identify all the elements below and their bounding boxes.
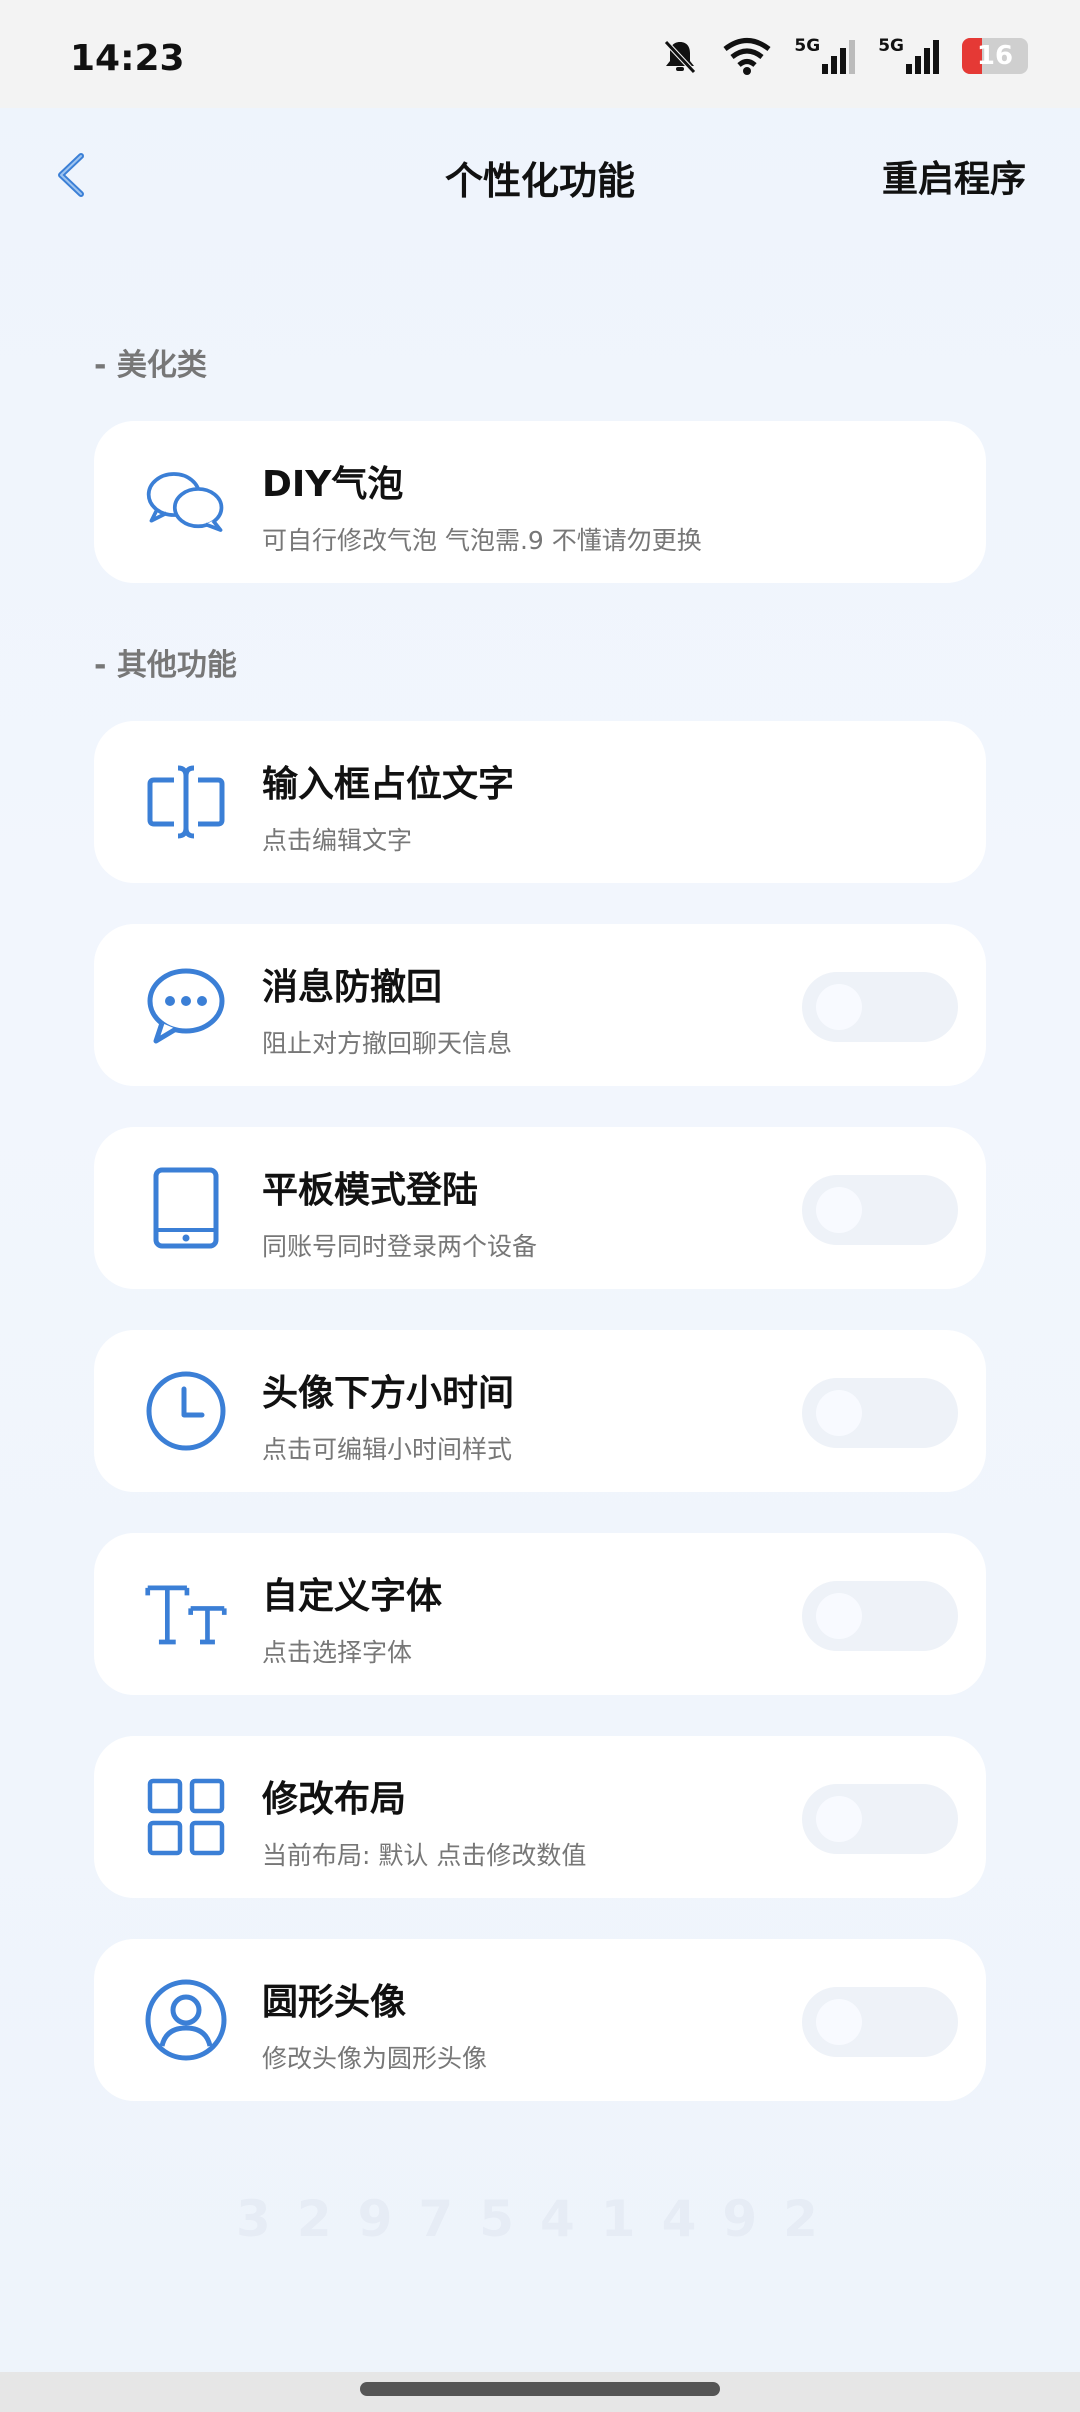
item-subtitle: 点击选择字体 — [262, 1638, 413, 1667]
section-label-other: - 其他功能 — [94, 648, 237, 683]
item-custom-font[interactable]: 自定义字体 点击选择字体 — [94, 1533, 986, 1695]
round-avatar-toggle[interactable] — [802, 1987, 958, 2057]
header: 个性化功能 重启程序 — [0, 108, 1080, 243]
item-subtitle: 点击编辑文字 — [262, 826, 413, 855]
navigation-bar — [0, 2372, 1080, 2412]
item-avatar-time[interactable]: 头像下方小时间 点击可编辑小时间样式 — [94, 1330, 986, 1492]
item-layout[interactable]: 修改布局 当前布局: 默认 点击修改数值 — [94, 1736, 986, 1898]
home-indicator[interactable] — [360, 2382, 720, 2396]
status-time: 14:23 — [70, 38, 185, 79]
item-title: 输入框占位文字 — [262, 764, 515, 805]
item-title: 头像下方小时间 — [262, 1373, 515, 1414]
item-title: 平板模式登陆 — [262, 1170, 479, 1211]
message-dots-icon — [144, 965, 228, 1045]
layout-toggle[interactable] — [802, 1784, 958, 1854]
item-title: 自定义字体 — [262, 1576, 443, 1617]
item-diy-bubble[interactable]: DIY气泡 可自行修改气泡 气泡需.9 不懂请勿更换 — [94, 421, 986, 583]
item-title: 圆形头像 — [262, 1982, 407, 2023]
avatar-time-toggle[interactable] — [802, 1378, 958, 1448]
battery: 16 — [962, 38, 1028, 74]
chat-bubbles-icon — [144, 462, 228, 542]
item-round-avatar[interactable]: 圆形头像 修改头像为圆形头像 — [94, 1939, 986, 2101]
toggle-knob — [816, 1593, 862, 1639]
text-cursor-icon — [144, 762, 228, 842]
item-subtitle: 修改头像为圆形头像 — [262, 2044, 488, 2073]
network-type: 5G — [878, 36, 904, 56]
toggle-knob — [816, 984, 862, 1030]
wifi-icon — [722, 36, 772, 76]
network-type: 5G — [794, 36, 821, 56]
status-icons: 5G 5G 16 — [660, 36, 1028, 76]
bell-muted-icon — [660, 36, 700, 76]
watermark-number: 3297541492 — [236, 2190, 844, 2248]
section-label-beautify: - 美化类 — [94, 348, 207, 383]
custom-font-toggle[interactable] — [802, 1581, 958, 1651]
toggle-knob — [816, 1796, 862, 1842]
item-subtitle: 点击可编辑小时间样式 — [262, 1435, 513, 1464]
restart-button[interactable]: 重启程序 — [882, 150, 1026, 202]
tablet-icon — [144, 1167, 228, 1249]
status-bar: 14:23 5G 5G 16 — [0, 0, 1080, 108]
toggle-knob — [816, 1390, 862, 1436]
grid-layout-icon — [144, 1777, 228, 1857]
item-subtitle: 可自行修改气泡 气泡需.9 不懂请勿更换 — [262, 526, 702, 555]
signal-icon: 5G — [878, 36, 940, 76]
item-subtitle: 当前布局: 默认 点击修改数值 — [262, 1841, 587, 1870]
signal-icon: 5G — [794, 36, 856, 76]
toggle-knob — [816, 1999, 862, 2045]
anti-recall-toggle[interactable] — [802, 972, 958, 1042]
clock-icon — [144, 1371, 228, 1451]
item-tablet-login[interactable]: 平板模式登陆 同账号同时登录两个设备 — [94, 1127, 986, 1289]
item-subtitle: 同账号同时登录两个设备 — [262, 1232, 538, 1261]
item-title: DIY气泡 — [262, 464, 404, 505]
font-icon — [144, 1574, 228, 1654]
toggle-knob — [816, 1187, 862, 1233]
battery-icon: 16 — [962, 38, 1028, 74]
battery-level: 16 — [976, 41, 1014, 71]
item-anti-recall[interactable]: 消息防撤回 阻止对方撤回聊天信息 — [94, 924, 986, 1086]
tablet-login-toggle[interactable] — [802, 1175, 958, 1245]
item-subtitle: 阻止对方撤回聊天信息 — [262, 1029, 513, 1058]
item-title: 消息防撤回 — [262, 967, 443, 1008]
item-input-placeholder[interactable]: 输入框占位文字 点击编辑文字 — [94, 721, 986, 883]
item-title: 修改布局 — [262, 1779, 407, 1820]
round-avatar-icon — [144, 1979, 228, 2061]
